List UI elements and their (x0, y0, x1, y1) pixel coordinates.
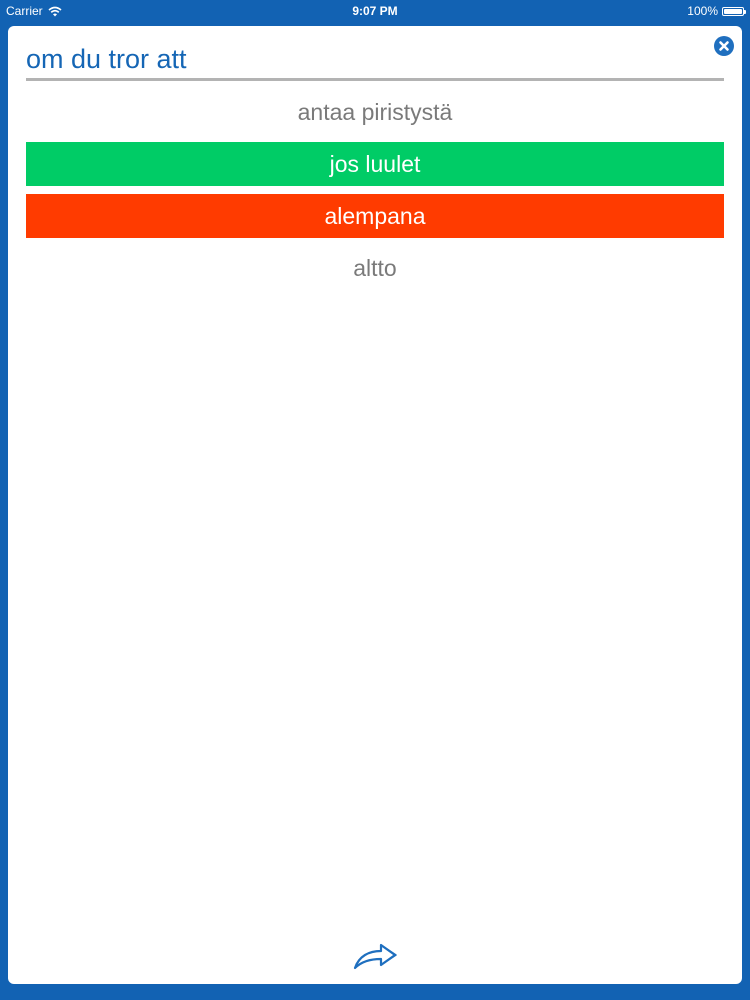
close-button[interactable] (714, 36, 734, 56)
answer-option-2-correct[interactable]: jos luulet (26, 142, 724, 186)
status-right: 100% (687, 4, 746, 18)
forward-arrow-icon (351, 943, 399, 976)
question-text: om du tror att (26, 44, 187, 74)
answer-option-3-wrong[interactable]: alempana (26, 194, 724, 238)
battery-percent: 100% (687, 4, 718, 18)
question-divider (26, 78, 724, 81)
battery-icon (722, 6, 746, 16)
status-bar: Carrier 9:07 PM 100% (0, 0, 750, 22)
answer-option-4[interactable]: altto (26, 246, 724, 290)
status-time: 9:07 PM (352, 4, 398, 18)
answer-option-1[interactable]: antaa piristystä (26, 90, 724, 134)
quiz-card: om du tror att antaa piristystä jos luul… (8, 26, 742, 984)
next-button[interactable] (351, 942, 399, 972)
